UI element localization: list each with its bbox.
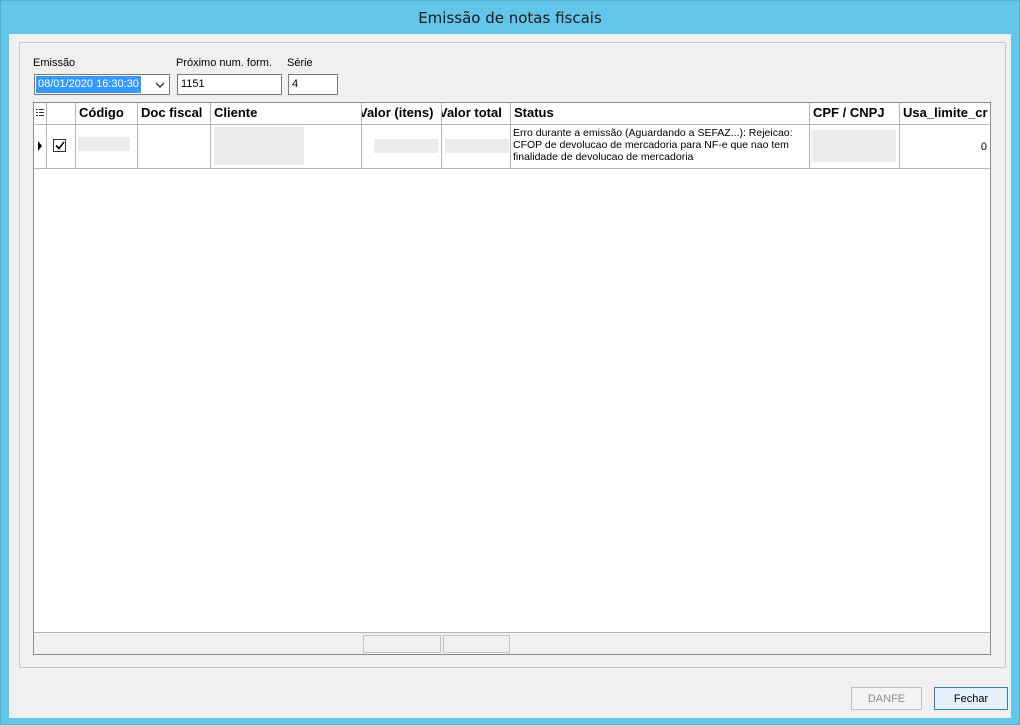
cell-cpf-cnpj [810,125,900,169]
danfe-button[interactable]: DANFE [851,687,922,710]
header-cpf-cnpj[interactable]: CPF / CNPJ [810,103,900,125]
emissao-label: Emissão [33,57,76,69]
grid-header: Código Doc fiscal Cliente Valor (itens) … [34,103,990,125]
chevron-down-icon[interactable] [153,76,167,93]
header-status[interactable]: Status [511,103,810,125]
row-pointer-icon [34,125,47,169]
fechar-button[interactable]: Fechar [934,687,1008,710]
header-codigo[interactable]: Código [76,103,138,125]
header-valor-total[interactable]: Valor total [442,103,511,125]
scrollbar-thumb[interactable] [443,635,510,653]
row-select-cell[interactable] [47,125,76,169]
cell-cliente [211,125,362,169]
notas-grid[interactable]: Código Doc fiscal Cliente Valor (itens) … [33,102,991,655]
cell-valor-itens [362,125,442,169]
redacted-value [445,139,509,153]
cell-usa-limite: 0 [980,141,987,153]
proximo-num-input[interactable]: 1151 [177,74,282,95]
table-row[interactable]: Erro durante a emissão (Aguardando a SEF… [34,125,990,169]
header-valor-itens[interactable]: Valor (itens) [362,103,442,125]
redacted-value [78,137,130,151]
redacted-value [812,130,896,162]
column-chooser-icon[interactable] [34,103,47,125]
emissao-date-picker[interactable]: 08/01/2020 16:30:30 [34,74,170,95]
serie-label: Série [287,57,313,69]
scrollbar-thumb[interactable] [363,635,441,653]
cell-doc-fiscal [138,125,211,169]
app-window: Emissão de notas fiscais Emissão 08/01/2… [0,0,1020,725]
window-title: Emissão de notas fiscais [418,8,602,27]
serie-input[interactable]: 4 [288,74,338,95]
header-usa-limite[interactable]: Usa_limite_cr [900,103,990,125]
header-select[interactable] [47,103,76,125]
cell-codigo [76,125,138,169]
dialog-body: Emissão 08/01/2020 16:30:30 Próximo num.… [9,34,1011,718]
emissao-value: 08/01/2020 16:30:30 [36,76,141,93]
horizontal-scrollbar[interactable] [34,632,990,654]
header-doc-fiscal[interactable]: Doc fiscal [138,103,211,125]
checkmark-icon [54,141,65,150]
cell-status: Erro durante a emissão (Aguardando a SEF… [511,125,810,169]
title-bar: Emissão de notas fiscais [1,1,1019,34]
cell-valor-total [442,125,511,169]
redacted-value [214,127,304,165]
row-checkbox[interactable] [53,139,66,152]
redacted-value [374,139,438,153]
header-cliente[interactable]: Cliente [211,103,362,125]
proximo-num-label: Próximo num. form. [176,57,272,69]
